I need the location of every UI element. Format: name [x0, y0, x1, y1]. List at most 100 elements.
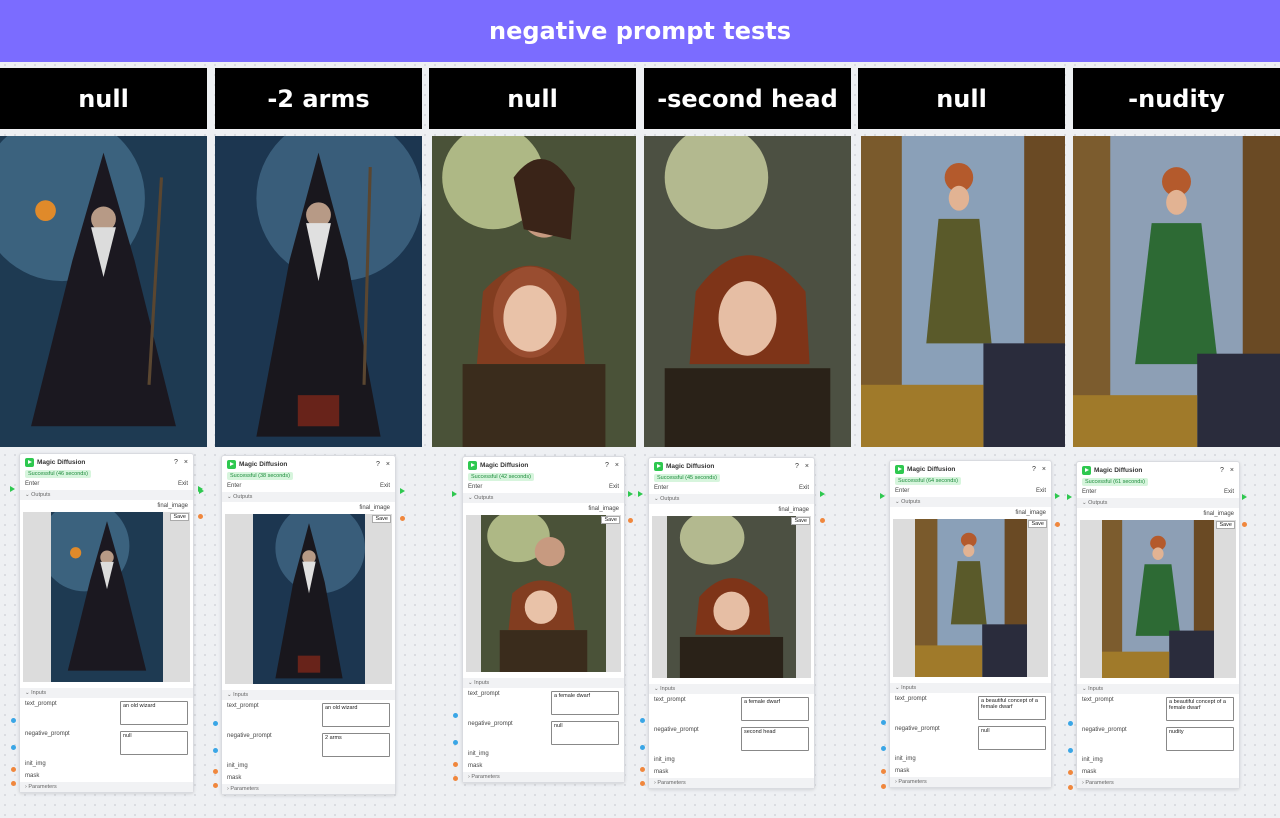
- exec-out-connector[interactable]: [400, 488, 405, 494]
- magic-diffusion-node[interactable]: Magic Diffusion? × Successful (46 seconds…: [19, 453, 194, 793]
- outputs-section[interactable]: ⌄ Outputs: [20, 490, 193, 500]
- input-connector[interactable]: [11, 767, 16, 772]
- input-connector[interactable]: [881, 720, 886, 725]
- negative-prompt-field[interactable]: null: [120, 731, 188, 755]
- parameters-section[interactable]: › Parameters: [222, 784, 395, 794]
- play-icon[interactable]: [654, 461, 663, 471]
- play-icon[interactable]: [895, 464, 904, 474]
- input-connector[interactable]: [881, 769, 886, 774]
- text-prompt-field[interactable]: an old wizard: [120, 701, 188, 725]
- play-icon[interactable]: [25, 457, 34, 467]
- help-button[interactable]: ?: [376, 461, 380, 468]
- exec-in-connector[interactable]: [10, 486, 15, 492]
- close-button[interactable]: ×: [184, 459, 188, 466]
- input-connector[interactable]: [640, 745, 645, 750]
- negative-prompt-field[interactable]: 2 arms: [322, 733, 390, 757]
- output-connector[interactable]: [400, 516, 405, 521]
- exec-in-connector[interactable]: [638, 491, 643, 497]
- output-connector[interactable]: [1242, 522, 1247, 527]
- parameters-section[interactable]: › Parameters: [649, 778, 814, 788]
- input-connector[interactable]: [640, 718, 645, 723]
- exec-out-connector[interactable]: [1242, 494, 1247, 500]
- input-connector[interactable]: [453, 762, 458, 767]
- input-connector[interactable]: [881, 746, 886, 751]
- help-button[interactable]: ?: [795, 463, 799, 470]
- input-connector[interactable]: [213, 748, 218, 753]
- inputs-section[interactable]: ⌄ Inputs: [222, 690, 395, 700]
- outputs-section[interactable]: ⌄ Outputs: [463, 493, 624, 503]
- save-button[interactable]: Save: [1216, 521, 1235, 529]
- input-connector[interactable]: [1068, 785, 1073, 790]
- inputs-section[interactable]: ⌄ Inputs: [1077, 684, 1239, 694]
- input-connector[interactable]: [640, 781, 645, 786]
- negative-prompt-field[interactable]: null: [551, 721, 619, 745]
- text-prompt-field[interactable]: an old wizard: [322, 703, 390, 727]
- input-connector[interactable]: [213, 783, 218, 788]
- exec-in-connector[interactable]: [199, 488, 204, 494]
- input-connector[interactable]: [11, 718, 16, 723]
- play-icon[interactable]: [468, 460, 477, 470]
- inputs-section[interactable]: ⌄ Inputs: [463, 678, 624, 688]
- input-connector[interactable]: [453, 776, 458, 781]
- input-connector[interactable]: [213, 721, 218, 726]
- help-button[interactable]: ?: [605, 462, 609, 469]
- parameters-section[interactable]: › Parameters: [463, 772, 624, 782]
- help-button[interactable]: ?: [174, 459, 178, 466]
- magic-diffusion-node[interactable]: Magic Diffusion? × Successful (61 seconds…: [1076, 461, 1240, 789]
- input-connector[interactable]: [453, 713, 458, 718]
- parameters-section[interactable]: › Parameters: [1077, 778, 1239, 788]
- outputs-section[interactable]: ⌄ Outputs: [649, 494, 814, 504]
- outputs-section[interactable]: ⌄ Outputs: [1077, 498, 1239, 508]
- input-connector[interactable]: [1068, 770, 1073, 775]
- exec-in-connector[interactable]: [1067, 494, 1072, 500]
- save-button[interactable]: Save: [1028, 520, 1047, 528]
- exec-out-connector[interactable]: [820, 491, 825, 497]
- negative-prompt-field[interactable]: second head: [741, 727, 809, 751]
- save-button[interactable]: Save: [791, 517, 810, 525]
- save-button[interactable]: Save: [170, 513, 189, 521]
- magic-diffusion-node[interactable]: Magic Diffusion? × Successful (64 seconds…: [889, 460, 1052, 788]
- text-prompt-field[interactable]: a beautiful concept of a female dwarf: [978, 696, 1046, 720]
- output-connector[interactable]: [198, 514, 203, 519]
- magic-diffusion-node[interactable]: Magic Diffusion? × Successful (42 seconds…: [462, 456, 625, 783]
- output-connector[interactable]: [820, 518, 825, 523]
- exec-in-connector[interactable]: [880, 493, 885, 499]
- input-connector[interactable]: [640, 767, 645, 772]
- save-button[interactable]: Save: [601, 516, 620, 524]
- close-button[interactable]: ×: [615, 462, 619, 469]
- exec-out-connector[interactable]: [628, 491, 633, 497]
- play-icon[interactable]: [227, 459, 236, 469]
- close-button[interactable]: ×: [1042, 466, 1046, 473]
- text-prompt-field[interactable]: a beautiful concept of a female dwarf: [1166, 697, 1234, 721]
- inputs-section[interactable]: ⌄ Inputs: [649, 684, 814, 694]
- inputs-section[interactable]: ⌄ Inputs: [890, 683, 1051, 693]
- close-button[interactable]: ×: [805, 463, 809, 470]
- output-connector[interactable]: [628, 518, 633, 523]
- outputs-section[interactable]: ⌄ Outputs: [222, 492, 395, 502]
- outputs-section[interactable]: ⌄ Outputs: [890, 497, 1051, 507]
- negative-prompt-field[interactable]: null: [978, 726, 1046, 750]
- save-button[interactable]: Save: [372, 515, 391, 523]
- inputs-section[interactable]: ⌄ Inputs: [20, 688, 193, 698]
- magic-diffusion-node[interactable]: Magic Diffusion? × Successful (45 seconds…: [648, 457, 815, 789]
- close-button[interactable]: ×: [386, 461, 390, 468]
- parameters-section[interactable]: › Parameters: [20, 782, 193, 792]
- close-button[interactable]: ×: [1230, 467, 1234, 474]
- input-connector[interactable]: [11, 745, 16, 750]
- input-connector[interactable]: [11, 781, 16, 786]
- play-icon[interactable]: [1082, 465, 1091, 475]
- exec-out-connector[interactable]: [1055, 493, 1060, 499]
- input-connector[interactable]: [1068, 721, 1073, 726]
- help-button[interactable]: ?: [1032, 466, 1036, 473]
- negative-prompt-field[interactable]: nudity: [1166, 727, 1234, 751]
- output-connector[interactable]: [1055, 522, 1060, 527]
- input-connector[interactable]: [453, 740, 458, 745]
- input-connector[interactable]: [881, 784, 886, 789]
- input-connector[interactable]: [213, 769, 218, 774]
- parameters-section[interactable]: › Parameters: [890, 777, 1051, 787]
- exec-in-connector[interactable]: [452, 491, 457, 497]
- input-connector[interactable]: [1068, 748, 1073, 753]
- text-prompt-field[interactable]: a female dwarf: [741, 697, 809, 721]
- help-button[interactable]: ?: [1220, 467, 1224, 474]
- magic-diffusion-node[interactable]: Magic Diffusion? × Successful (38 seconds…: [221, 455, 396, 795]
